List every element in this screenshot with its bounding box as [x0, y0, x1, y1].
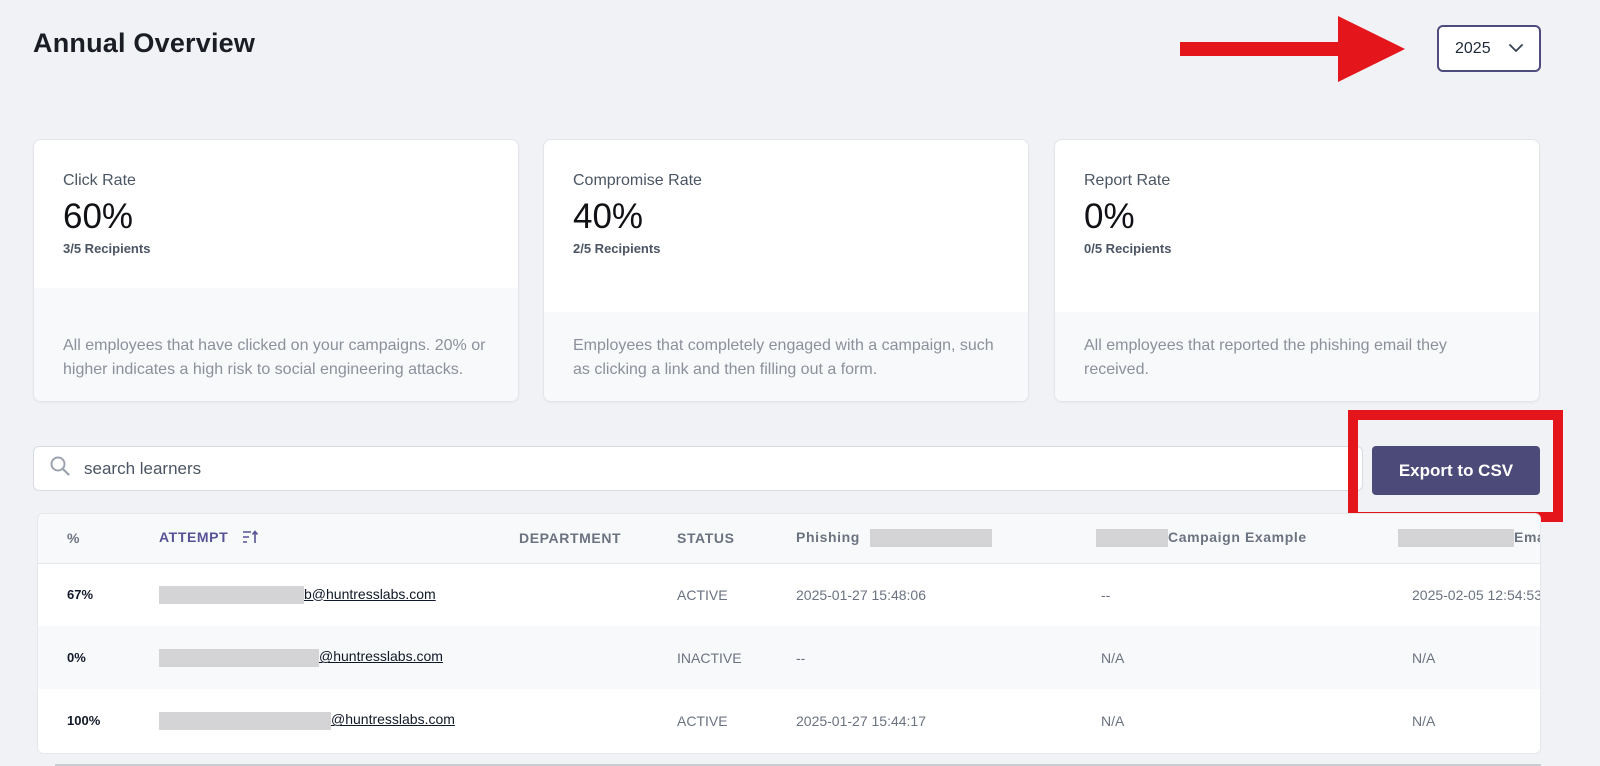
learner-email-link[interactable]: @huntresslabs.com	[319, 648, 443, 664]
stat-card-compromise-rate: Compromise Rate 40% 2/5 Recipients Emplo…	[543, 139, 1029, 402]
column-header-pct[interactable]: %	[38, 514, 159, 563]
column-header-department[interactable]: DEPARTMENT	[519, 514, 677, 563]
stat-label: Compromise Rate	[573, 172, 702, 189]
column-header-status[interactable]: STATUS	[677, 514, 796, 563]
column-header-campaign-example-label: Campaign Example	[1168, 529, 1307, 546]
stat-label: Report Rate	[1084, 172, 1171, 189]
cell-campaign-example: N/A	[1101, 649, 1125, 666]
redacted-block	[1096, 529, 1168, 548]
year-select-value: 2025	[1455, 39, 1491, 57]
cell-campaign-example: N/A	[1101, 712, 1125, 729]
cell-attempt: @huntresslabs.com	[159, 689, 519, 752]
page-title: Annual Overview	[33, 28, 256, 58]
learner-email-link[interactable]: b@huntresslabs.com	[304, 586, 436, 602]
year-select[interactable]: 2025	[1437, 25, 1541, 72]
cell-phishing: 2025-01-27 15:48:06	[796, 586, 926, 603]
cell-campaign-example: --	[1101, 586, 1111, 603]
cell-pct: 100%	[67, 713, 101, 728]
search-box[interactable]	[33, 446, 1363, 491]
column-header-email-label: Ema	[1514, 529, 1540, 546]
redacted-block	[159, 711, 331, 730]
redacted-block	[1398, 529, 1514, 548]
stat-description: All employees that reported the phishing…	[1055, 312, 1539, 401]
cell-phishing: 2025-01-27 15:44:17	[796, 712, 926, 729]
stat-value: 0%	[1084, 197, 1135, 236]
cell-department	[519, 563, 677, 626]
stat-label: Click Rate	[63, 172, 136, 189]
redacted-block	[870, 529, 993, 548]
sort-ascending-icon[interactable]	[242, 530, 258, 547]
cell-pct: 67%	[67, 587, 94, 603]
cell-status: ACTIVE	[677, 586, 728, 603]
cell-department	[519, 626, 677, 689]
stat-recipients: 0/5 Recipients	[1084, 240, 1172, 256]
column-header-email[interactable]: Ema	[1398, 514, 1540, 563]
cell-status: ACTIVE	[677, 712, 728, 729]
annotation-arrow-icon	[1180, 16, 1405, 82]
stat-card-click-rate: Click Rate 60% 3/5 Recipients All employ…	[33, 139, 519, 402]
search-input[interactable]	[84, 458, 1284, 479]
table-header-row: % ATTEMPT DEPARTMENT STATUS Phishing Cam…	[38, 514, 1540, 563]
stat-description: All employees that have clicked on your …	[34, 288, 518, 401]
cell-department	[519, 689, 677, 752]
cell-attempt: @huntresslabs.com	[159, 626, 519, 689]
learner-email-link[interactable]: @huntresslabs.com	[331, 711, 455, 727]
export-csv-button[interactable]: Export to CSV	[1372, 446, 1540, 495]
cell-status: INACTIVE	[677, 649, 742, 666]
table-row: 67% b@huntresslabs.com ACTIVE 2025-01-27…	[38, 563, 1541, 626]
table-row: 0% @huntresslabs.com INACTIVE -- N/A N/A	[38, 626, 1540, 689]
column-header-attempt-label: ATTEMPT	[159, 529, 229, 546]
learners-table: % ATTEMPT DEPARTMENT STATUS Phishing Cam…	[37, 513, 1541, 754]
redacted-block	[159, 585, 304, 604]
column-header-campaign-example[interactable]: Campaign Example	[1096, 514, 1398, 563]
stat-description: Employees that completely engaged with a…	[544, 312, 1028, 401]
search-icon	[50, 456, 70, 481]
column-header-phishing[interactable]: Phishing	[796, 514, 1096, 563]
redacted-block	[159, 648, 319, 667]
stat-card-report-rate: Report Rate 0% 0/5 Recipients All employ…	[1054, 139, 1540, 402]
cell-email: N/A	[1412, 649, 1436, 666]
cell-email: N/A	[1412, 712, 1436, 729]
cell-attempt: b@huntresslabs.com	[159, 563, 519, 626]
stat-recipients: 3/5 Recipients	[63, 240, 151, 256]
cell-pct: 0%	[67, 650, 86, 665]
column-header-phishing-label: Phishing	[796, 529, 860, 546]
chevron-down-icon	[1508, 44, 1523, 53]
stat-value: 40%	[573, 197, 644, 236]
column-header-attempt[interactable]: ATTEMPT	[159, 514, 519, 563]
cell-phishing: --	[796, 649, 806, 666]
stat-recipients: 2/5 Recipients	[573, 240, 661, 256]
stat-value: 60%	[63, 197, 134, 236]
cell-email: 2025-02-05 12:54:53	[1412, 586, 1541, 603]
table-row: 100% @huntresslabs.com ACTIVE 2025-01-27…	[38, 689, 1540, 752]
